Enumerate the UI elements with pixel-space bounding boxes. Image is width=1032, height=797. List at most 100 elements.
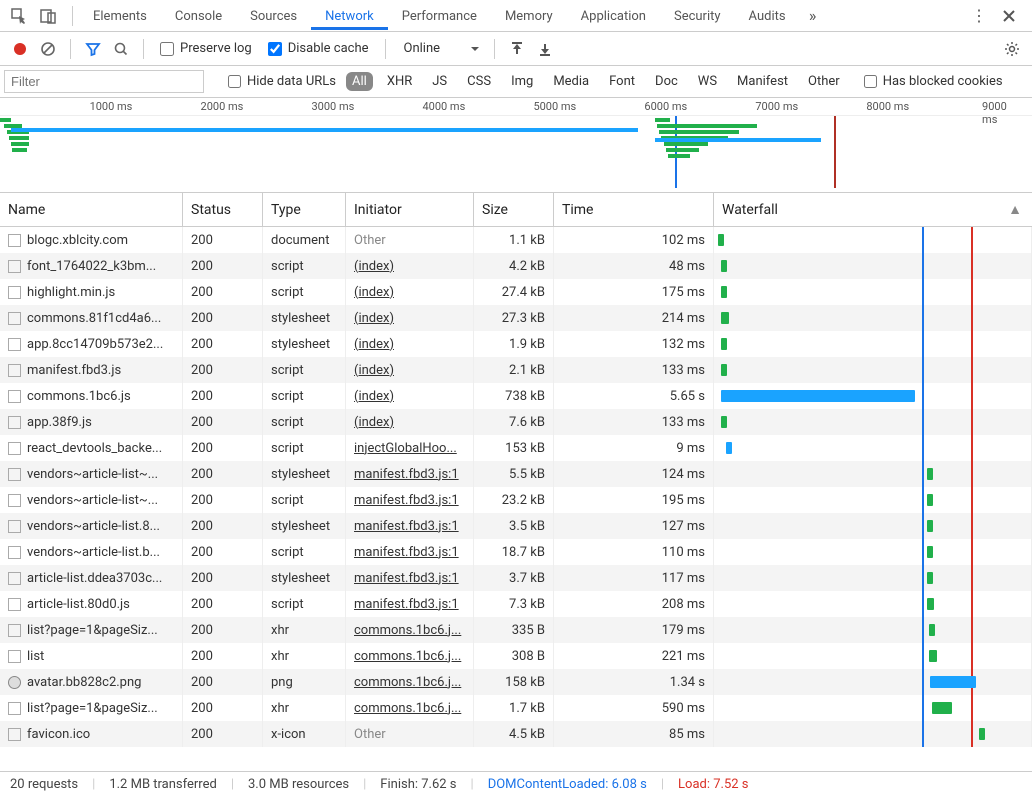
cell-initiator[interactable]: manifest.fbd3.js:1 <box>346 591 474 617</box>
table-row[interactable]: app.8cc14709b573e2...200stylesheet(index… <box>0 331 1032 357</box>
cell-initiator[interactable]: injectGlobalHoo... <box>346 435 474 461</box>
table-row[interactable]: commons.1bc6.js200script(index)738 kB5.6… <box>0 383 1032 409</box>
status-bar: 20 requests | 1.2 MB transferred | 3.0 M… <box>0 771 1032 797</box>
filter-type-js[interactable]: JS <box>426 72 453 91</box>
table-row[interactable]: react_devtools_backe...200scriptinjectGl… <box>0 435 1032 461</box>
table-row[interactable]: font_1764022_k3bm...200script(index)4.2 … <box>0 253 1032 279</box>
table-row[interactable]: manifest.fbd3.js200script(index)2.1 kB13… <box>0 357 1032 383</box>
col-type[interactable]: Type <box>263 193 346 226</box>
tab-network[interactable]: Network <box>311 2 388 30</box>
tab-elements[interactable]: Elements <box>79 2 161 30</box>
filter-type-ws[interactable]: WS <box>692 72 723 91</box>
cell-time: 9 ms <box>554 435 714 461</box>
col-initiator[interactable]: Initiator <box>346 193 474 226</box>
overview-bar <box>668 154 690 158</box>
disable-cache-checkbox[interactable]: Disable cache <box>268 41 369 56</box>
waterfall-bar <box>927 598 934 610</box>
close-devtools-icon[interactable] <box>996 3 1022 29</box>
cell-initiator[interactable]: (index) <box>346 253 474 279</box>
cell-type: stylesheet <box>263 331 346 357</box>
table-row[interactable]: list?page=1&pageSiz...200xhrcommons.1bc6… <box>0 617 1032 643</box>
tab-console[interactable]: Console <box>161 2 236 30</box>
ruler-tick: 5000 ms <box>533 100 576 113</box>
timeline-overview[interactable]: 1000 ms2000 ms3000 ms4000 ms5000 ms6000 … <box>0 98 1032 193</box>
tab-performance[interactable]: Performance <box>388 2 491 30</box>
clear-icon[interactable] <box>36 37 60 61</box>
table-row[interactable]: vendors~article-list~...200scriptmanifes… <box>0 487 1032 513</box>
cell-initiator[interactable]: (index) <box>346 331 474 357</box>
cell-status: 200 <box>183 669 263 695</box>
filter-input[interactable] <box>4 70 204 93</box>
tab-sources[interactable]: Sources <box>236 2 311 30</box>
filter-type-media[interactable]: Media <box>547 72 595 91</box>
record-icon[interactable] <box>8 37 32 61</box>
cell-initiator[interactable]: commons.1bc6.j... <box>346 643 474 669</box>
col-status[interactable]: Status <box>183 193 263 226</box>
filter-type-all[interactable]: All <box>346 72 373 91</box>
filter-type-other[interactable]: Other <box>802 72 846 91</box>
tab-application[interactable]: Application <box>567 2 660 30</box>
waterfall-bar <box>932 702 952 714</box>
tab-memory[interactable]: Memory <box>491 2 567 30</box>
cell-type: png <box>263 669 346 695</box>
more-tabs-icon[interactable]: » <box>800 3 826 29</box>
table-row[interactable]: article-list.80d0.js200scriptmanifest.fb… <box>0 591 1032 617</box>
throttling-select[interactable]: Online <box>400 38 485 59</box>
table-row[interactable]: blogc.xblcity.com200documentOther1.1 kB1… <box>0 227 1032 253</box>
cell-initiator[interactable]: manifest.fbd3.js:1 <box>346 539 474 565</box>
upload-har-icon[interactable] <box>505 37 529 61</box>
table-row[interactable]: highlight.min.js200script(index)27.4 kB1… <box>0 279 1032 305</box>
table-row[interactable]: commons.81f1cd4a6...200stylesheet(index)… <box>0 305 1032 331</box>
cell-initiator[interactable]: (index) <box>346 279 474 305</box>
filter-type-xhr[interactable]: XHR <box>381 72 418 91</box>
table-row[interactable]: list200xhrcommons.1bc6.j...308 B221 ms <box>0 643 1032 669</box>
filter-type-manifest[interactable]: Manifest <box>731 72 794 91</box>
preserve-log-label: Preserve log <box>180 41 252 56</box>
cell-initiator[interactable]: commons.1bc6.j... <box>346 669 474 695</box>
table-row[interactable]: favicon.ico200x-iconOther4.5 kB85 ms <box>0 721 1032 747</box>
cell-initiator[interactable]: manifest.fbd3.js:1 <box>346 565 474 591</box>
inspect-element-icon[interactable] <box>6 3 32 29</box>
cell-initiator[interactable]: manifest.fbd3.js:1 <box>346 461 474 487</box>
cell-initiator[interactable]: (index) <box>346 305 474 331</box>
cell-type: script <box>263 253 346 279</box>
document-file-icon <box>8 520 21 533</box>
table-row[interactable]: app.38f9.js200script(index)7.6 kB133 ms <box>0 409 1032 435</box>
filter-type-font[interactable]: Font <box>603 72 641 91</box>
hide-data-urls-checkbox[interactable]: Hide data URLs <box>228 74 336 89</box>
cell-initiator[interactable]: manifest.fbd3.js:1 <box>346 513 474 539</box>
table-row[interactable]: avatar.bb828c2.png200pngcommons.1bc6.j..… <box>0 669 1032 695</box>
cell-size: 27.4 kB <box>474 279 554 305</box>
cell-initiator: Other <box>346 227 474 253</box>
kebab-menu-icon[interactable]: ⋮ <box>966 3 992 29</box>
filter-type-doc[interactable]: Doc <box>649 72 684 91</box>
tab-security[interactable]: Security <box>660 2 735 30</box>
cell-initiator[interactable]: (index) <box>346 409 474 435</box>
col-name[interactable]: Name <box>0 193 183 226</box>
cell-initiator[interactable]: commons.1bc6.j... <box>346 695 474 721</box>
has-blocked-cookies-checkbox[interactable]: Has blocked cookies <box>864 74 1003 89</box>
cell-initiator[interactable]: (index) <box>346 383 474 409</box>
col-waterfall[interactable]: Waterfall ▲ <box>714 193 1032 226</box>
status-finish: Finish: 7.62 s <box>380 777 456 792</box>
cell-time: 195 ms <box>554 487 714 513</box>
cell-initiator[interactable]: commons.1bc6.j... <box>346 617 474 643</box>
preserve-log-checkbox[interactable]: Preserve log <box>160 41 252 56</box>
table-row[interactable]: article-list.ddea3703c...200stylesheetma… <box>0 565 1032 591</box>
filter-icon[interactable] <box>81 37 105 61</box>
cell-initiator[interactable]: (index) <box>346 357 474 383</box>
table-row[interactable]: vendors~article-list.b...200scriptmanife… <box>0 539 1032 565</box>
col-size[interactable]: Size <box>474 193 554 226</box>
filter-type-css[interactable]: CSS <box>461 72 497 91</box>
filter-type-img[interactable]: Img <box>505 72 539 91</box>
table-row[interactable]: list?page=1&pageSiz...200xhrcommons.1bc6… <box>0 695 1032 721</box>
settings-icon[interactable] <box>1000 37 1024 61</box>
table-row[interactable]: vendors~article-list~...200stylesheetman… <box>0 461 1032 487</box>
tab-audits[interactable]: Audits <box>735 2 800 30</box>
device-toolbar-icon[interactable] <box>36 3 62 29</box>
search-icon[interactable] <box>109 37 133 61</box>
cell-initiator[interactable]: manifest.fbd3.js:1 <box>346 487 474 513</box>
col-time[interactable]: Time <box>554 193 714 226</box>
download-har-icon[interactable] <box>533 37 557 61</box>
table-row[interactable]: vendors~article-list.8...200stylesheetma… <box>0 513 1032 539</box>
